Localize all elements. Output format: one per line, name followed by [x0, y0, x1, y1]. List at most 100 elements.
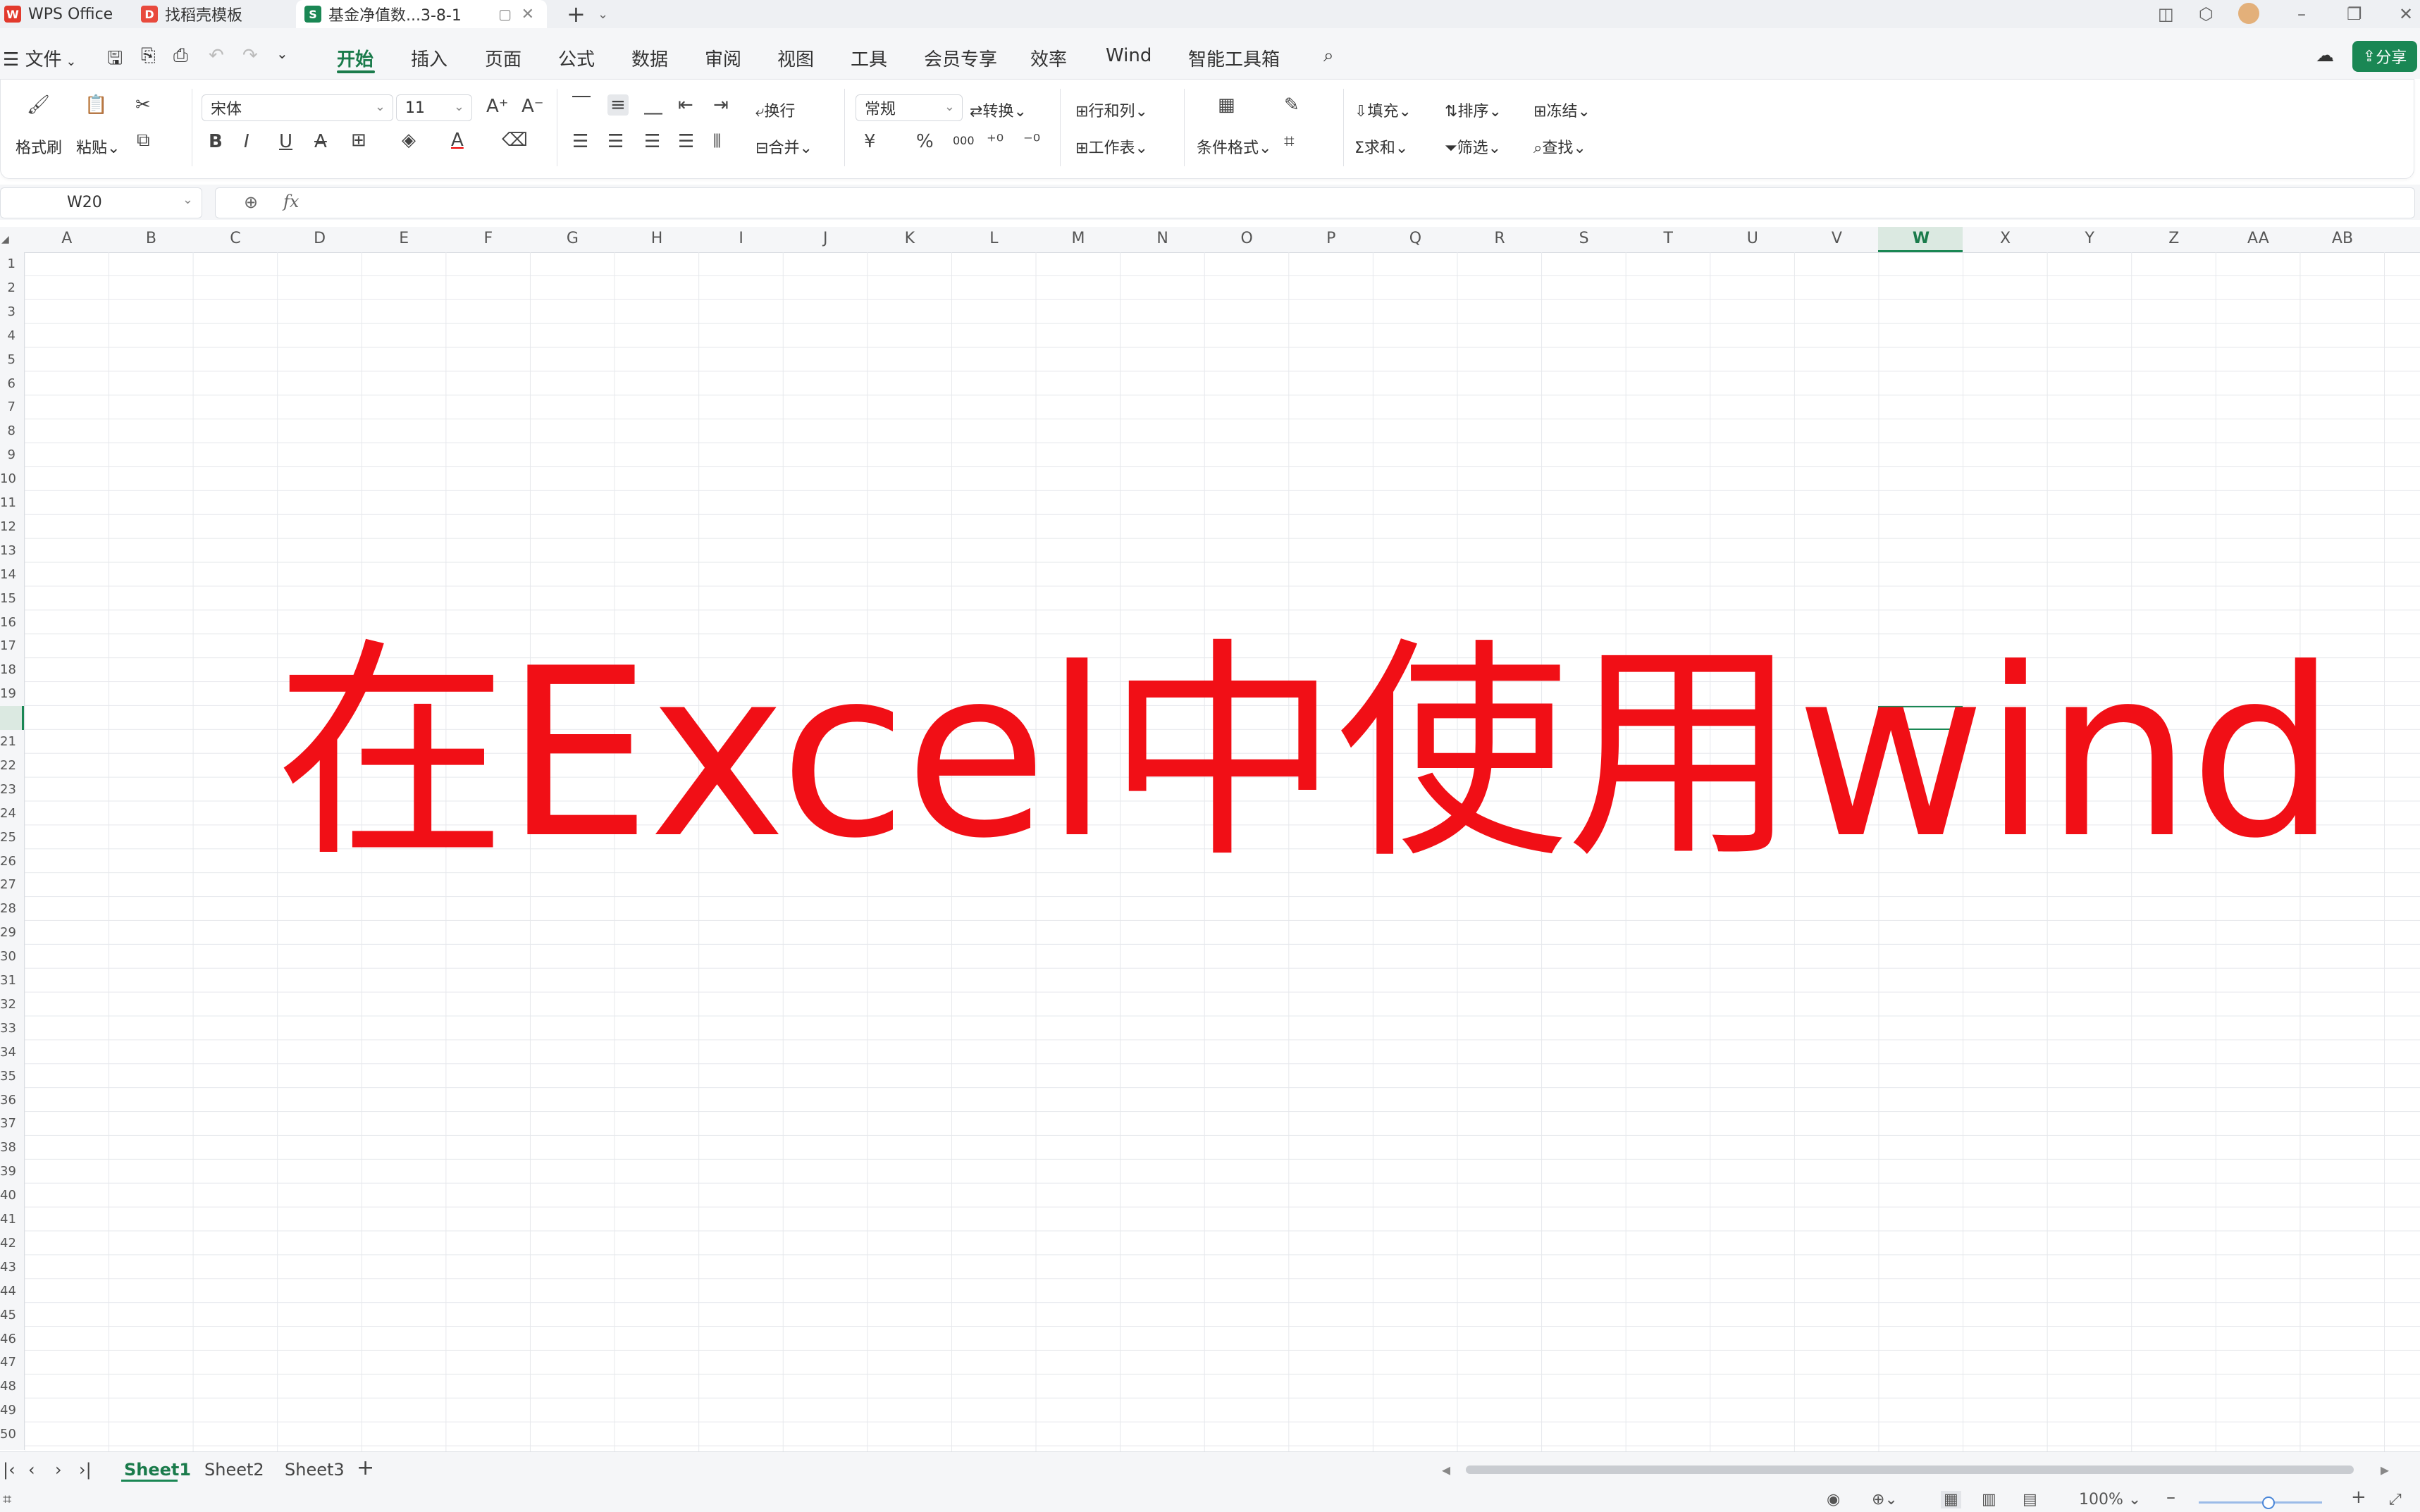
column-header[interactable]: N [1121, 230, 1205, 247]
column-header[interactable]: Y [2047, 230, 2132, 247]
column-header[interactable]: G [531, 230, 615, 247]
format-painter-icon[interactable]: 🖌 [27, 94, 50, 116]
row-header[interactable]: 7 [0, 399, 16, 414]
conditional-format-icon[interactable]: ▦ [1218, 94, 1235, 116]
file-menu[interactable]: ☰ 文件 ⌄ [3, 45, 76, 71]
row-header[interactable]: 9 [0, 447, 16, 462]
column-header[interactable]: M [1036, 230, 1121, 247]
scroll-left-icon[interactable]: ◂ [1442, 1460, 1450, 1480]
row-header[interactable]: 34 [0, 1045, 16, 1060]
row-header[interactable]: 5 [0, 352, 16, 367]
convert-button[interactable]: ⇄转换⌄ [970, 99, 1027, 121]
zoom-slider[interactable] [2199, 1501, 2322, 1504]
increase-indent-icon[interactable]: ⇥ [713, 94, 729, 116]
row-header[interactable]: 21 [0, 734, 16, 749]
fx-icon[interactable]: fx [283, 192, 299, 211]
row-header[interactable]: 17 [0, 638, 16, 653]
redo-icon[interactable]: ↷ [242, 45, 258, 66]
italic-icon[interactable]: I [244, 131, 249, 152]
menu-efficiency[interactable]: 效率 [1030, 45, 1067, 71]
align-middle-icon[interactable]: ≡ [607, 94, 629, 116]
decrease-decimal-icon[interactable]: ⁻⁰ [1023, 131, 1040, 152]
column-header[interactable]: C [193, 230, 278, 247]
window-mode-icon[interactable]: ▢ [498, 6, 512, 23]
menu-home[interactable]: 开始 [337, 45, 374, 71]
row-header[interactable]: 31 [0, 973, 16, 988]
menu-view[interactable]: 视图 [777, 45, 814, 71]
row-header[interactable]: 29 [0, 925, 16, 940]
restore-icon[interactable]: ❐ [2347, 4, 2362, 24]
font-color-icon[interactable]: A [451, 130, 464, 151]
sort-button[interactable]: ⇅排序⌄ [1445, 99, 1502, 121]
conditional-format-button[interactable]: 条件格式⌄ [1197, 135, 1271, 158]
column-header[interactable]: D [278, 230, 362, 247]
row-header[interactable]: 25 [0, 830, 16, 845]
next-sheet-icon[interactable]: › [55, 1460, 62, 1480]
column-header[interactable]: J [783, 230, 868, 247]
name-box[interactable]: W20 ⌄ [0, 187, 202, 218]
thousands-button[interactable]: 000 [953, 134, 975, 147]
first-sheet-icon[interactable]: |‹ [3, 1460, 16, 1480]
column-header[interactable]: E [362, 230, 446, 247]
menu-review[interactable]: 审阅 [705, 45, 741, 71]
sheet-tab-sheet1[interactable]: Sheet1 [124, 1460, 191, 1480]
row-header[interactable]: 15 [0, 591, 16, 606]
column-header[interactable]: V [1795, 230, 1879, 247]
row-header[interactable]: 48 [0, 1379, 16, 1394]
paste-icon[interactable]: 📋 [85, 94, 107, 116]
copy-icon[interactable]: ⧉ [137, 130, 150, 151]
column-header[interactable]: S [1542, 230, 1626, 247]
row-header[interactable]: 32 [0, 997, 16, 1012]
align-left-icon[interactable]: ☰ [572, 131, 588, 152]
page-layout-view-icon[interactable]: ▥ [1982, 1491, 1996, 1508]
new-tab-button[interactable]: + [567, 0, 586, 28]
column-header[interactable]: A [25, 230, 109, 247]
find-button[interactable]: ⌕查找⌄ [1533, 135, 1586, 158]
zoom-formula-icon[interactable]: ⊕ [244, 192, 258, 212]
row-header[interactable]: 33 [0, 1021, 16, 1036]
row-header[interactable]: 3 [0, 304, 16, 319]
row-header[interactable]: 10 [0, 471, 16, 486]
zoom-slider-thumb[interactable] [2262, 1496, 2275, 1509]
column-header[interactable]: I [699, 230, 784, 247]
menu-smart-toolbox[interactable]: 智能工具箱 [1188, 45, 1280, 71]
row-header[interactable]: 11 [0, 495, 16, 510]
horizontal-scrollbar[interactable] [1466, 1465, 2354, 1474]
row-header[interactable]: 45 [0, 1308, 16, 1322]
row-header[interactable]: 8 [0, 423, 16, 438]
add-sheet-icon[interactable]: + [357, 1456, 374, 1480]
menu-page[interactable]: 页面 [485, 45, 521, 71]
sheet-tab-sheet2[interactable]: Sheet2 [204, 1460, 264, 1480]
save-icon[interactable]: 🖫 [107, 45, 123, 76]
decrease-indent-icon[interactable]: ⇤ [678, 94, 693, 116]
decrease-font-icon[interactable]: A⁻ [521, 96, 544, 117]
align-bottom-icon[interactable]: ⎽ [644, 94, 662, 116]
menu-member[interactable]: 会员专享 [924, 45, 997, 71]
row-header[interactable]: 14 [0, 567, 16, 582]
column-header[interactable]: Z [2132, 230, 2216, 247]
align-center-icon[interactable]: ☰ [607, 131, 624, 152]
fullscreen-icon[interactable]: ⤢ [2389, 1491, 2402, 1508]
sum-button[interactable]: Σ求和⌄ [1354, 135, 1408, 158]
column-header[interactable]: W [1879, 230, 1963, 247]
row-header[interactable]: 44 [0, 1284, 16, 1299]
menu-data[interactable]: 数据 [631, 45, 668, 71]
cube-icon[interactable]: ⬡ [2199, 4, 2214, 24]
fill-color-icon[interactable]: ◈ [402, 130, 416, 151]
menu-tools[interactable]: 工具 [851, 45, 887, 71]
tab-spreadsheet-active[interactable]: S 基金净值数...3-8-1 ▢ ✕ [296, 0, 547, 28]
percent-button[interactable]: % [916, 131, 934, 152]
fill-button[interactable]: ⇩填充⌄ [1354, 99, 1412, 121]
row-header[interactable]: 22 [0, 758, 16, 773]
row-header[interactable]: 28 [0, 901, 16, 916]
column-header[interactable]: U [1710, 230, 1795, 247]
row-header[interactable]: 13 [0, 543, 16, 558]
increase-font-icon[interactable]: A⁺ [486, 96, 509, 117]
scroll-right-icon[interactable]: ▸ [2381, 1460, 2389, 1480]
row-header[interactable]: 6 [0, 376, 16, 391]
column-header[interactable]: K [868, 230, 952, 247]
menu-insert[interactable]: 插入 [411, 45, 447, 71]
zoom-out-icon[interactable]: – [2166, 1487, 2175, 1508]
freeze-button[interactable]: ⊞冻结⌄ [1533, 99, 1591, 121]
row-header[interactable]: 23 [0, 782, 16, 797]
